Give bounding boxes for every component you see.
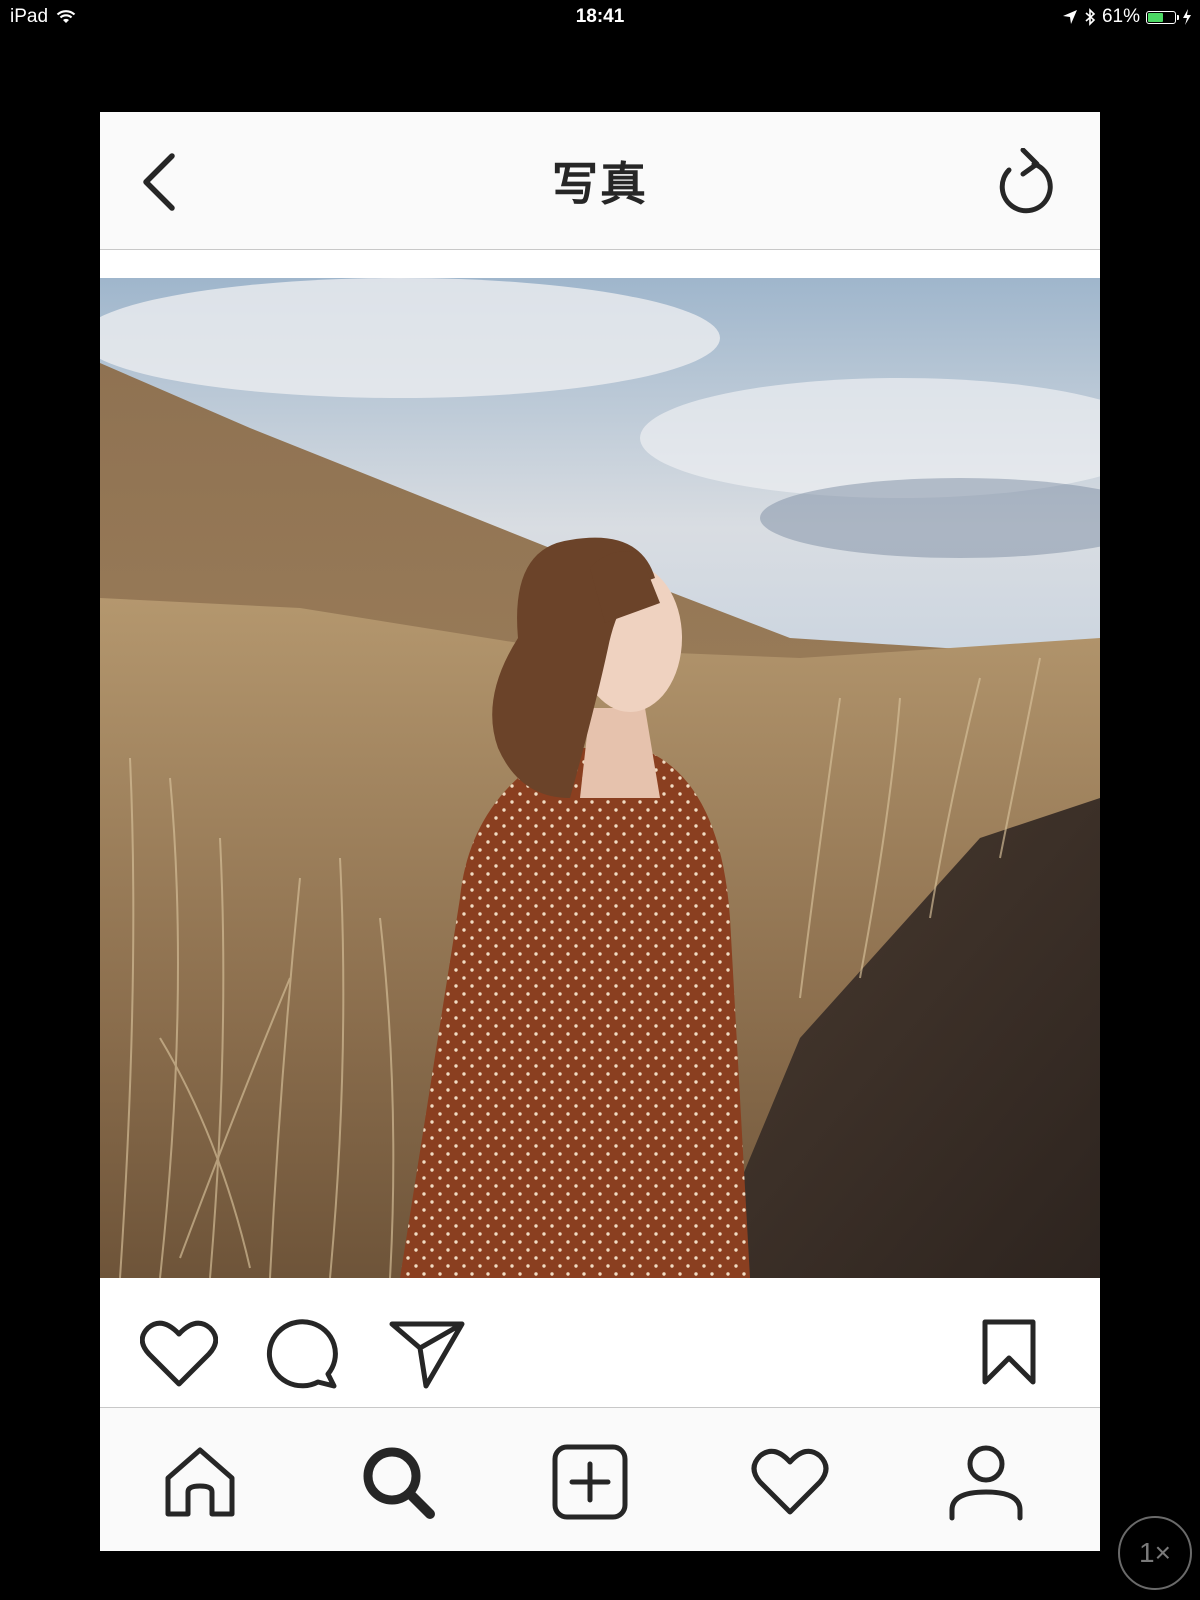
status-bar: iPad 18:41 61% — [0, 0, 1200, 34]
app-window: 写真 — [100, 112, 1100, 1551]
bookmark-icon[interactable] — [980, 1318, 1038, 1386]
photo-image — [100, 278, 1100, 1278]
tab-search-icon[interactable] — [358, 1442, 438, 1522]
tab-profile-icon[interactable] — [946, 1442, 1026, 1522]
post-photo[interactable] — [100, 278, 1100, 1278]
tab-activity-icon[interactable] — [750, 1442, 830, 1522]
battery-icon — [1146, 10, 1179, 24]
battery-percent: 61% — [1101, 6, 1140, 27]
charging-icon — [1183, 9, 1191, 25]
nav-bar: 写真 — [100, 112, 1100, 250]
page-title: 写真 — [552, 158, 648, 210]
location-icon — [1062, 10, 1077, 24]
heart-outline-icon[interactable] — [140, 1318, 218, 1390]
speech-bubble-icon[interactable] — [264, 1318, 338, 1390]
bluetooth-icon — [1085, 8, 1096, 26]
tab-home-icon[interactable] — [160, 1442, 240, 1522]
refresh-icon[interactable] — [996, 148, 1056, 214]
post-action-bar — [100, 1278, 1100, 1420]
clock: 18:41 — [575, 6, 625, 27]
paper-plane-icon[interactable] — [388, 1318, 466, 1390]
tab-bar — [100, 1407, 1100, 1551]
zoom-badge[interactable]: 1× — [1118, 1516, 1192, 1590]
tab-add-icon[interactable] — [550, 1442, 630, 1522]
